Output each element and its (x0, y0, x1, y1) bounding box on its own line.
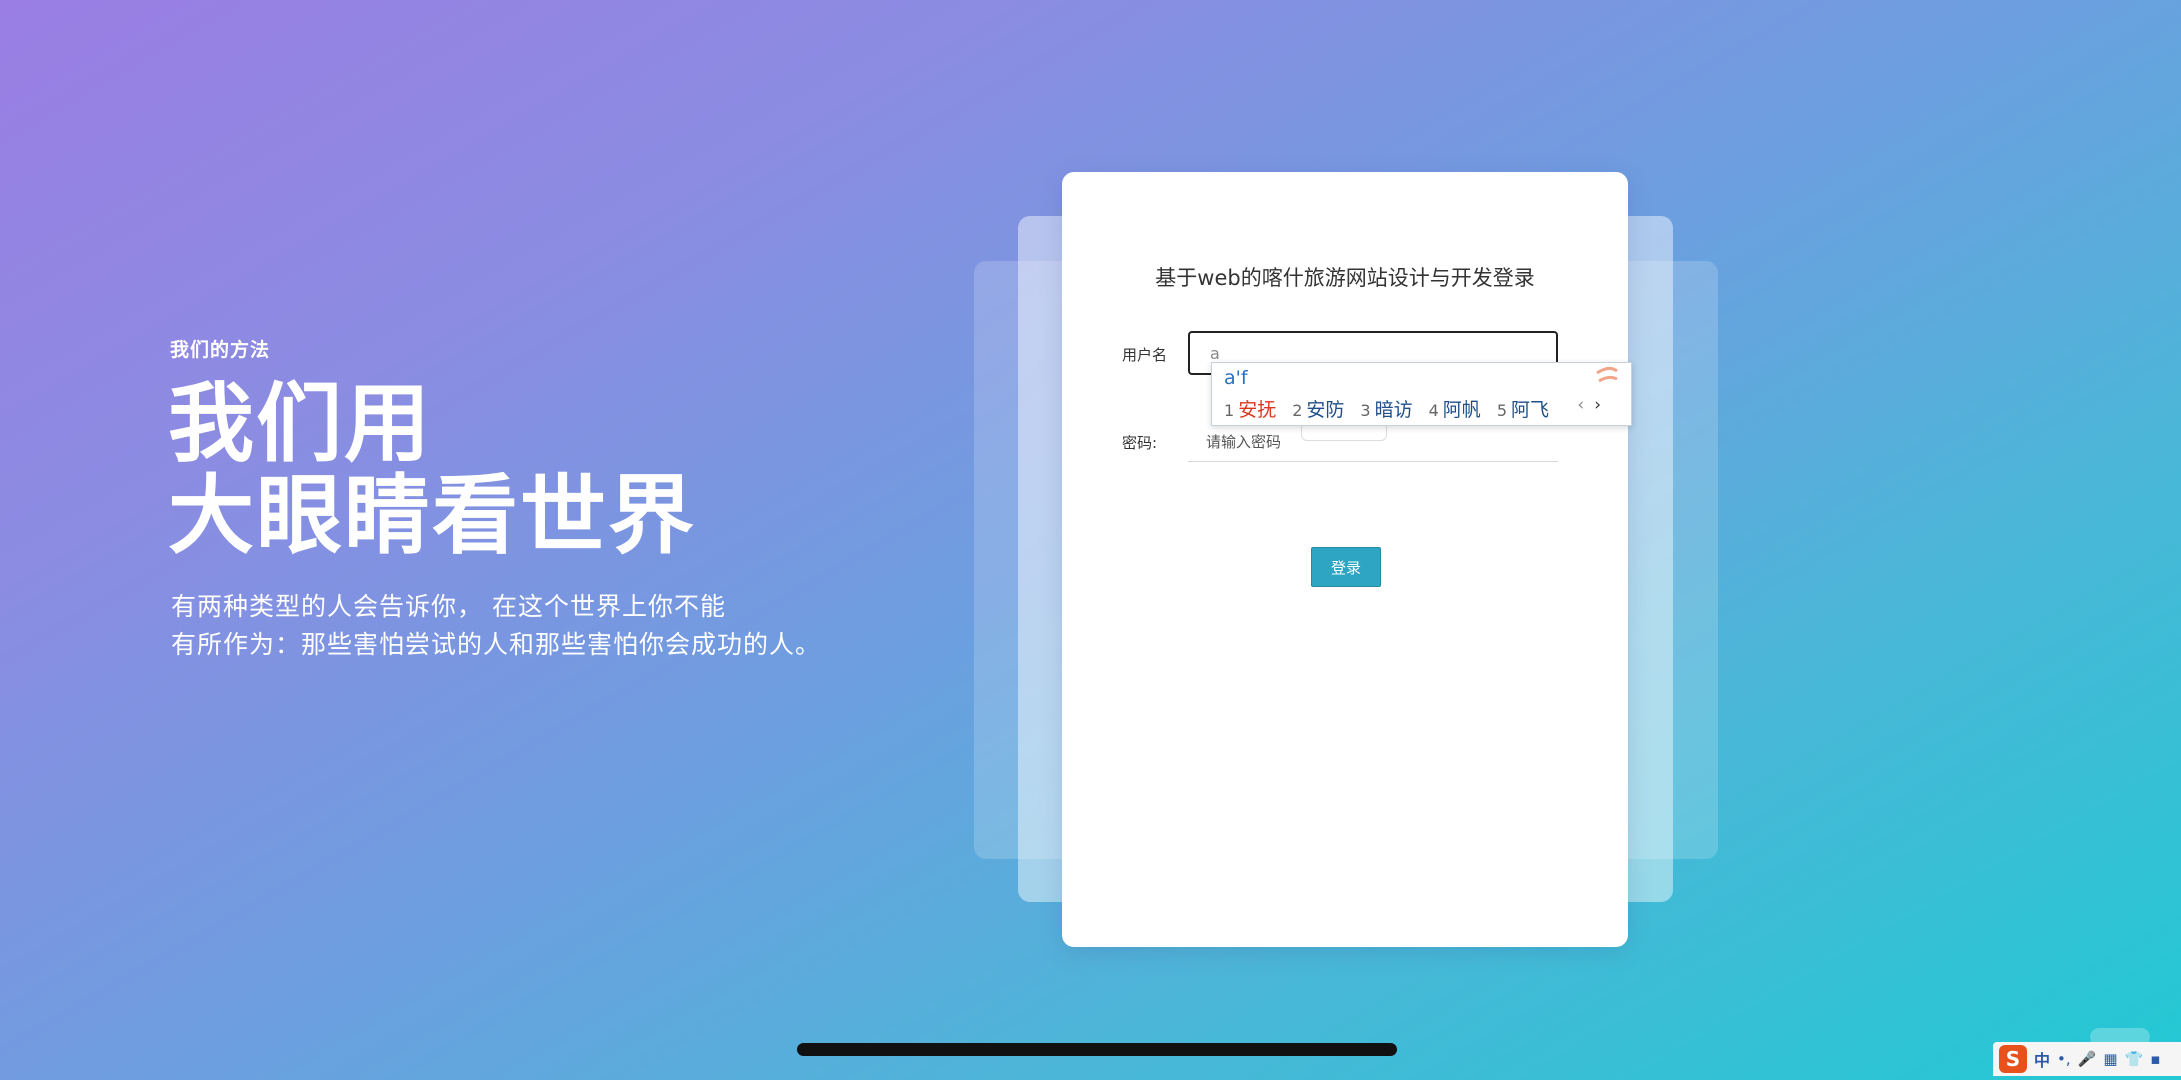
intro-description: 有两种类型的人会告诉你， 在这个世界上你不能 有所作为：那些害怕尝试的人和那些害… (171, 588, 821, 664)
description-line-1: 有两种类型的人会告诉你， 在这个世界上你不能 (171, 592, 726, 621)
description-line-2: 有所作为：那些害怕尝试的人和那些害怕你会成功的人。 (171, 630, 822, 659)
more-tools-icon[interactable]: ▪ (2150, 1050, 2160, 1068)
home-indicator-bar (797, 1043, 1397, 1056)
ime-language-toggle[interactable]: 中 (2034, 1047, 2050, 1071)
autocomplete-remnant (1301, 424, 1387, 441)
ime-candidate-list: 1 安抚 2 安防 3 暗访 4 阿帆 5 阿飞 (1224, 395, 1549, 422)
login-title: 基于web的喀什旅游网站设计与开发登录 (1155, 266, 1535, 290)
ime-candidate-1[interactable]: 1 安抚 (1224, 395, 1276, 422)
ime-candidate-popup: a'f 1 安抚 2 安防 3 暗访 4 阿帆 5 阿飞 ‹ › (1211, 362, 1632, 426)
ime-candidate-2[interactable]: 2 安防 (1292, 395, 1344, 422)
ime-page-nav: ‹ › (1567, 395, 1601, 415)
password-label: 密码: (1122, 434, 1158, 452)
headline-line-1: 我们用 (168, 374, 432, 474)
login-page: 我们的方法 我们用 大眼睛看世界 有两种类型的人会告诉你， 在这个世界上你不能 … (0, 0, 2181, 1080)
ime-candidate-3[interactable]: 3 暗访 (1360, 395, 1412, 422)
keyboard-icon[interactable]: ▦ (2103, 1050, 2117, 1068)
ime-candidate-4[interactable]: 4 阿帆 (1429, 395, 1481, 422)
intro-kicker: 我们的方法 (170, 339, 271, 361)
ime-composition-text: a'f (1224, 367, 1248, 389)
login-button[interactable]: 登录 (1311, 547, 1381, 587)
skin-shirt-icon[interactable]: 👕 (2125, 1050, 2144, 1068)
ime-brand-icon (1596, 366, 1618, 383)
headline-line-2: 大眼睛看世界 (168, 466, 696, 566)
intro-headline: 我们用 大眼睛看世界 (168, 378, 696, 562)
ime-status-toolbar: S 中 •, 🎤 ▦ 👕 ▪ (1993, 1042, 2181, 1076)
ime-next-page-icon[interactable]: › (1594, 395, 1601, 415)
sogou-ime-logo-icon[interactable]: S (1999, 1045, 2027, 1073)
punctuation-mode-icon[interactable]: •, (2057, 1050, 2071, 1068)
ime-candidate-5[interactable]: 5 阿飞 (1497, 395, 1549, 422)
ime-prev-page-icon[interactable]: ‹ (1577, 395, 1584, 415)
microphone-icon[interactable]: 🎤 (2078, 1050, 2097, 1068)
username-label: 用户名 (1122, 346, 1168, 364)
